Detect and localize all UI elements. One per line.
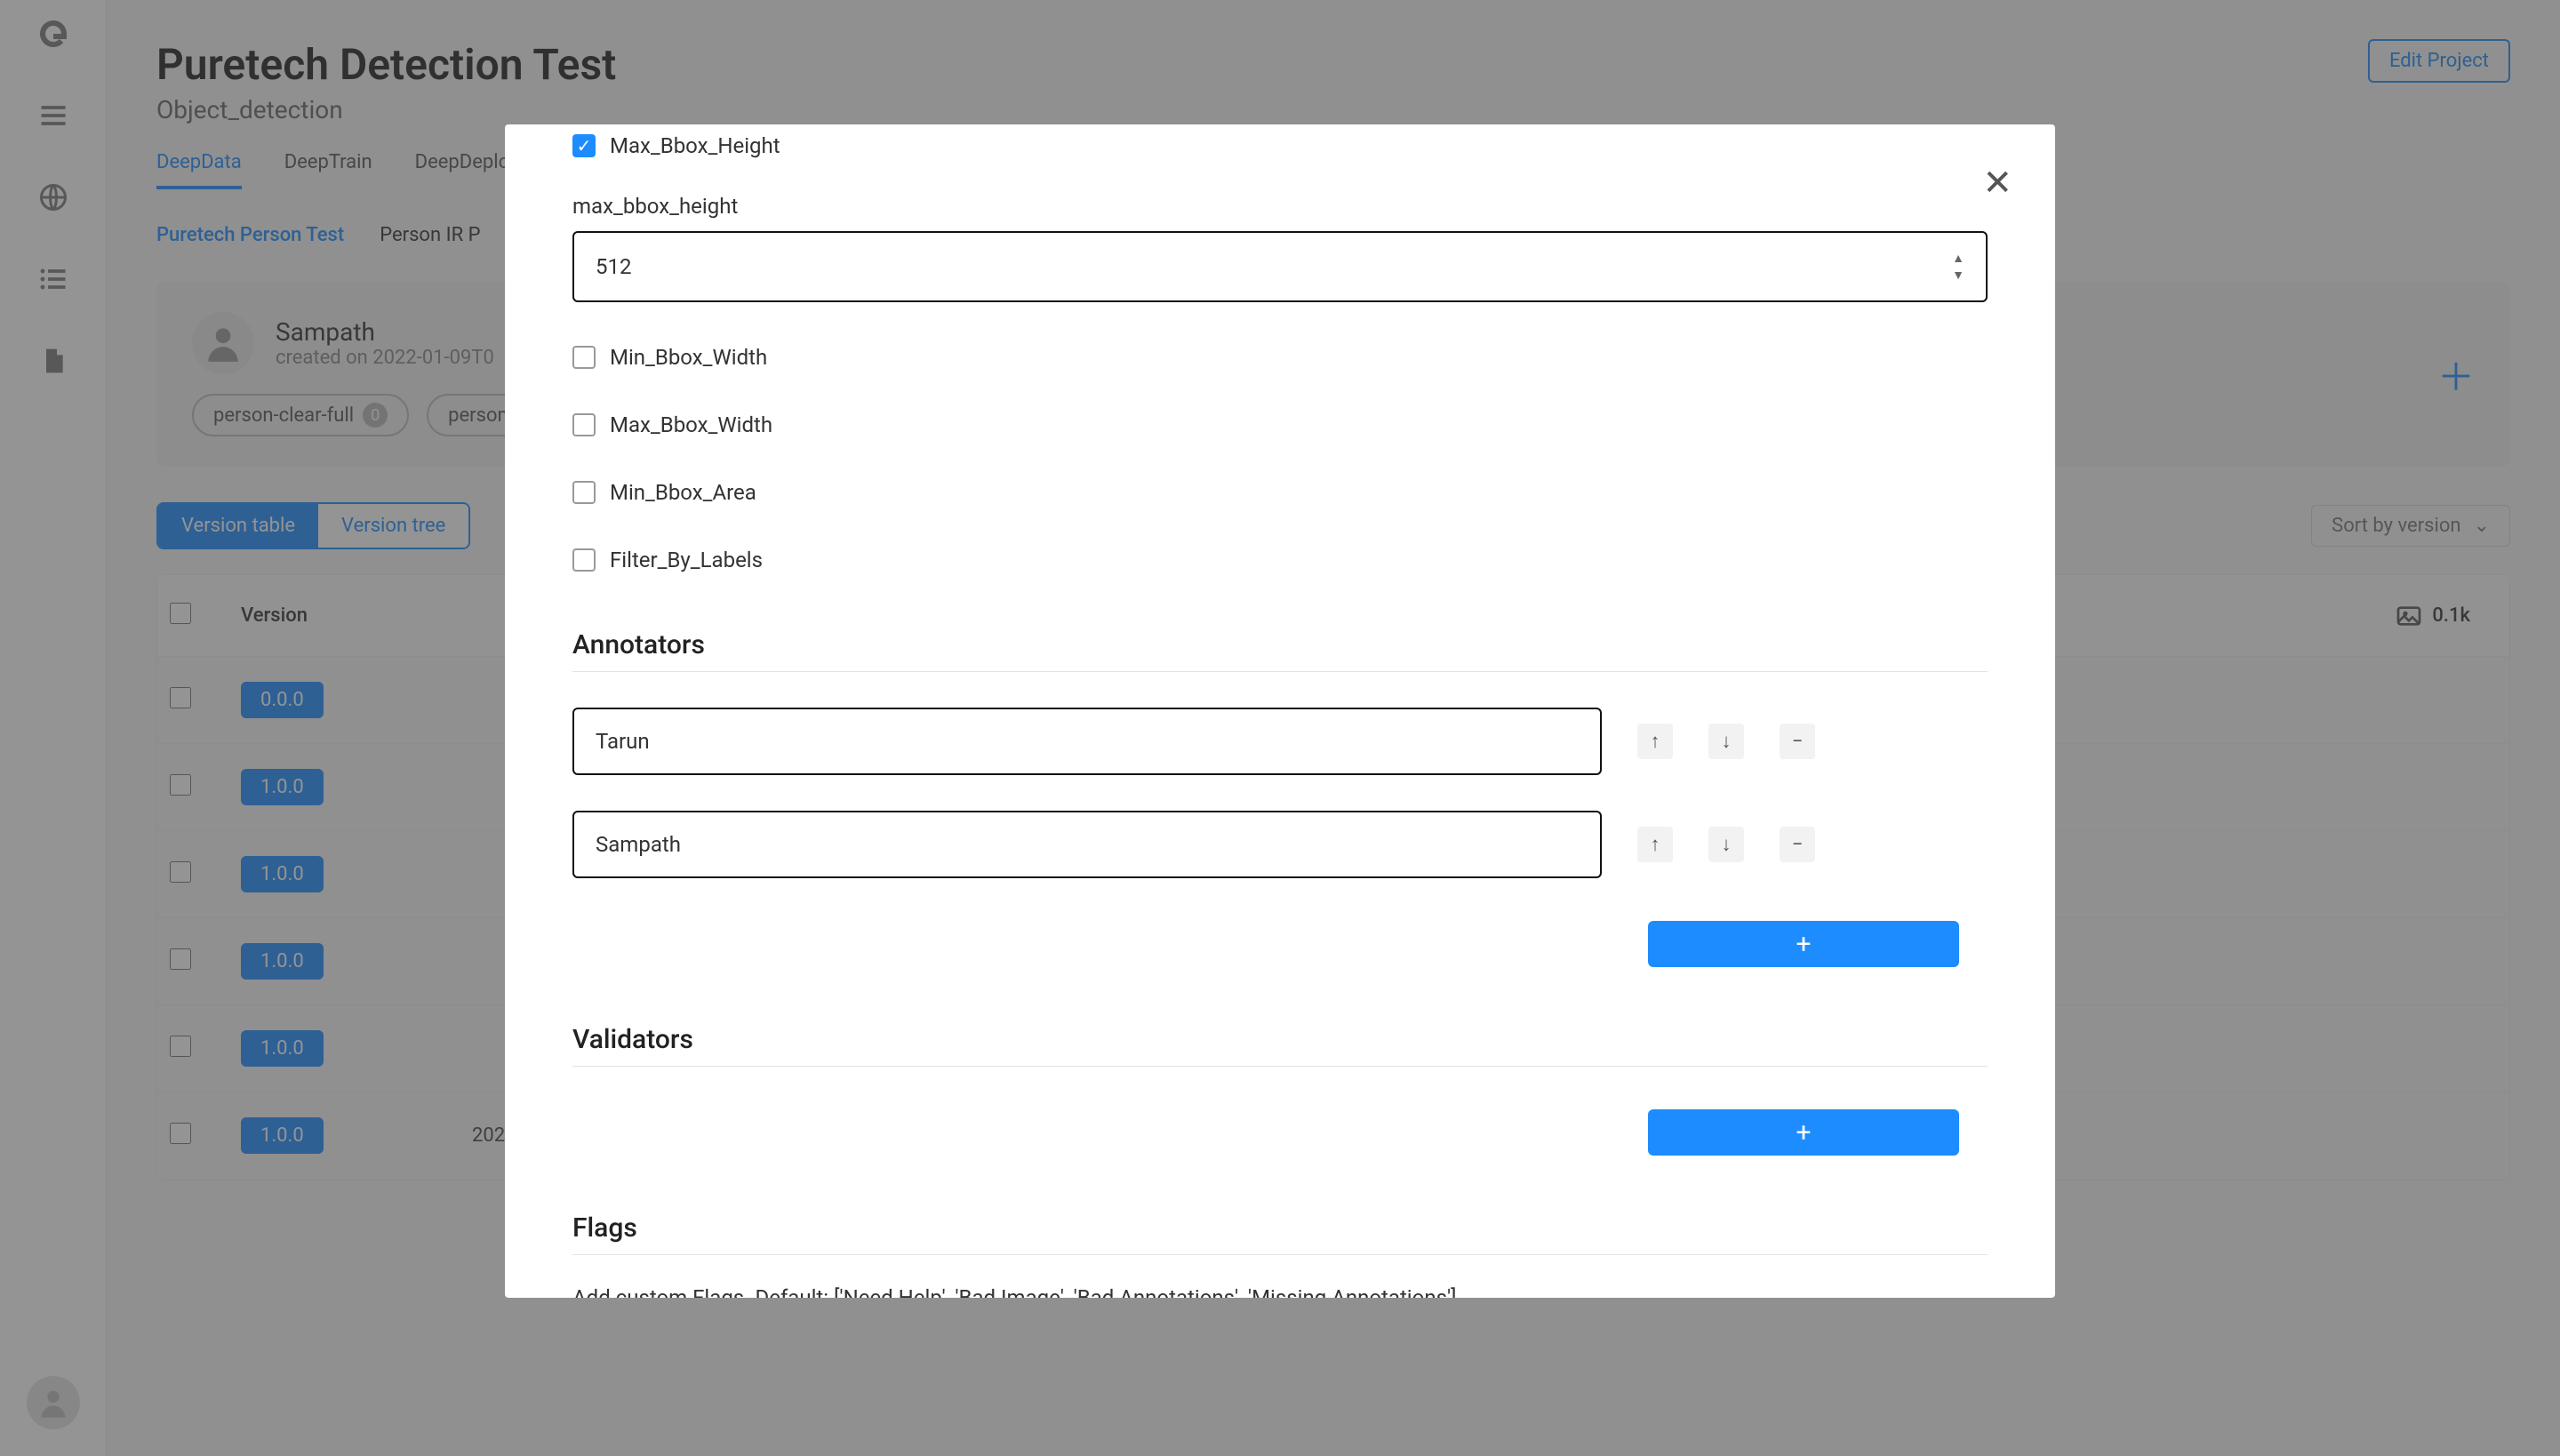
checkbox[interactable]: ✓ [572, 134, 596, 157]
annotator-input[interactable]: Sampath [572, 811, 1602, 878]
section-annotators: Annotators [572, 629, 1988, 672]
flags-description: Add custom Flags. Default: ['Need Help',… [572, 1285, 1988, 1298]
annotator-row: Tarun ↑ ↓ − [572, 708, 1988, 775]
annotator-input[interactable]: Tarun [572, 708, 1602, 775]
move-down-button[interactable]: ↓ [1708, 724, 1744, 759]
move-up-button[interactable]: ↑ [1637, 724, 1673, 759]
max-bbox-height-input[interactable]: 512 ▲▼ [572, 231, 1988, 302]
checkbox-label: Max_Bbox_Height [610, 133, 780, 158]
checkbox[interactable] [572, 346, 596, 369]
checkbox-row[interactable]: Min_Bbox_Width [572, 345, 1988, 370]
annotator-row: Sampath ↑ ↓ − [572, 811, 1988, 878]
input-value: 512 [596, 254, 631, 279]
close-icon[interactable]: ✕ [1982, 162, 2012, 204]
checkbox-label: Max_Bbox_Width [610, 412, 772, 437]
remove-button[interactable]: − [1780, 827, 1815, 862]
modal-overlay: ✕ ✓ Max_Bbox_Height max_bbox_height 512 … [0, 0, 2560, 1456]
field-label: max_bbox_height [572, 194, 1988, 219]
section-validators: Validators [572, 1024, 1988, 1067]
add-validator-button[interactable]: + [1648, 1109, 1959, 1156]
section-flags: Flags [572, 1212, 1988, 1255]
add-annotator-button[interactable]: + [1648, 921, 1959, 967]
checkbox[interactable] [572, 548, 596, 572]
checkbox-row[interactable]: ✓ Max_Bbox_Height [572, 133, 1988, 158]
remove-button[interactable]: − [1780, 724, 1815, 759]
checkbox-row[interactable]: Max_Bbox_Width [572, 412, 1988, 437]
checkbox-label: Filter_By_Labels [610, 548, 763, 572]
checkbox-label: Min_Bbox_Area [610, 480, 756, 505]
checkbox[interactable] [572, 481, 596, 504]
move-up-button[interactable]: ↑ [1637, 827, 1673, 862]
settings-modal: ✕ ✓ Max_Bbox_Height max_bbox_height 512 … [505, 124, 2055, 1298]
checkbox-label: Min_Bbox_Width [610, 345, 767, 370]
number-stepper[interactable]: ▲▼ [1952, 251, 1964, 283]
move-down-button[interactable]: ↓ [1708, 827, 1744, 862]
checkbox[interactable] [572, 413, 596, 436]
checkbox-row[interactable]: Min_Bbox_Area [572, 480, 1988, 505]
checkbox-row[interactable]: Filter_By_Labels [572, 548, 1988, 572]
